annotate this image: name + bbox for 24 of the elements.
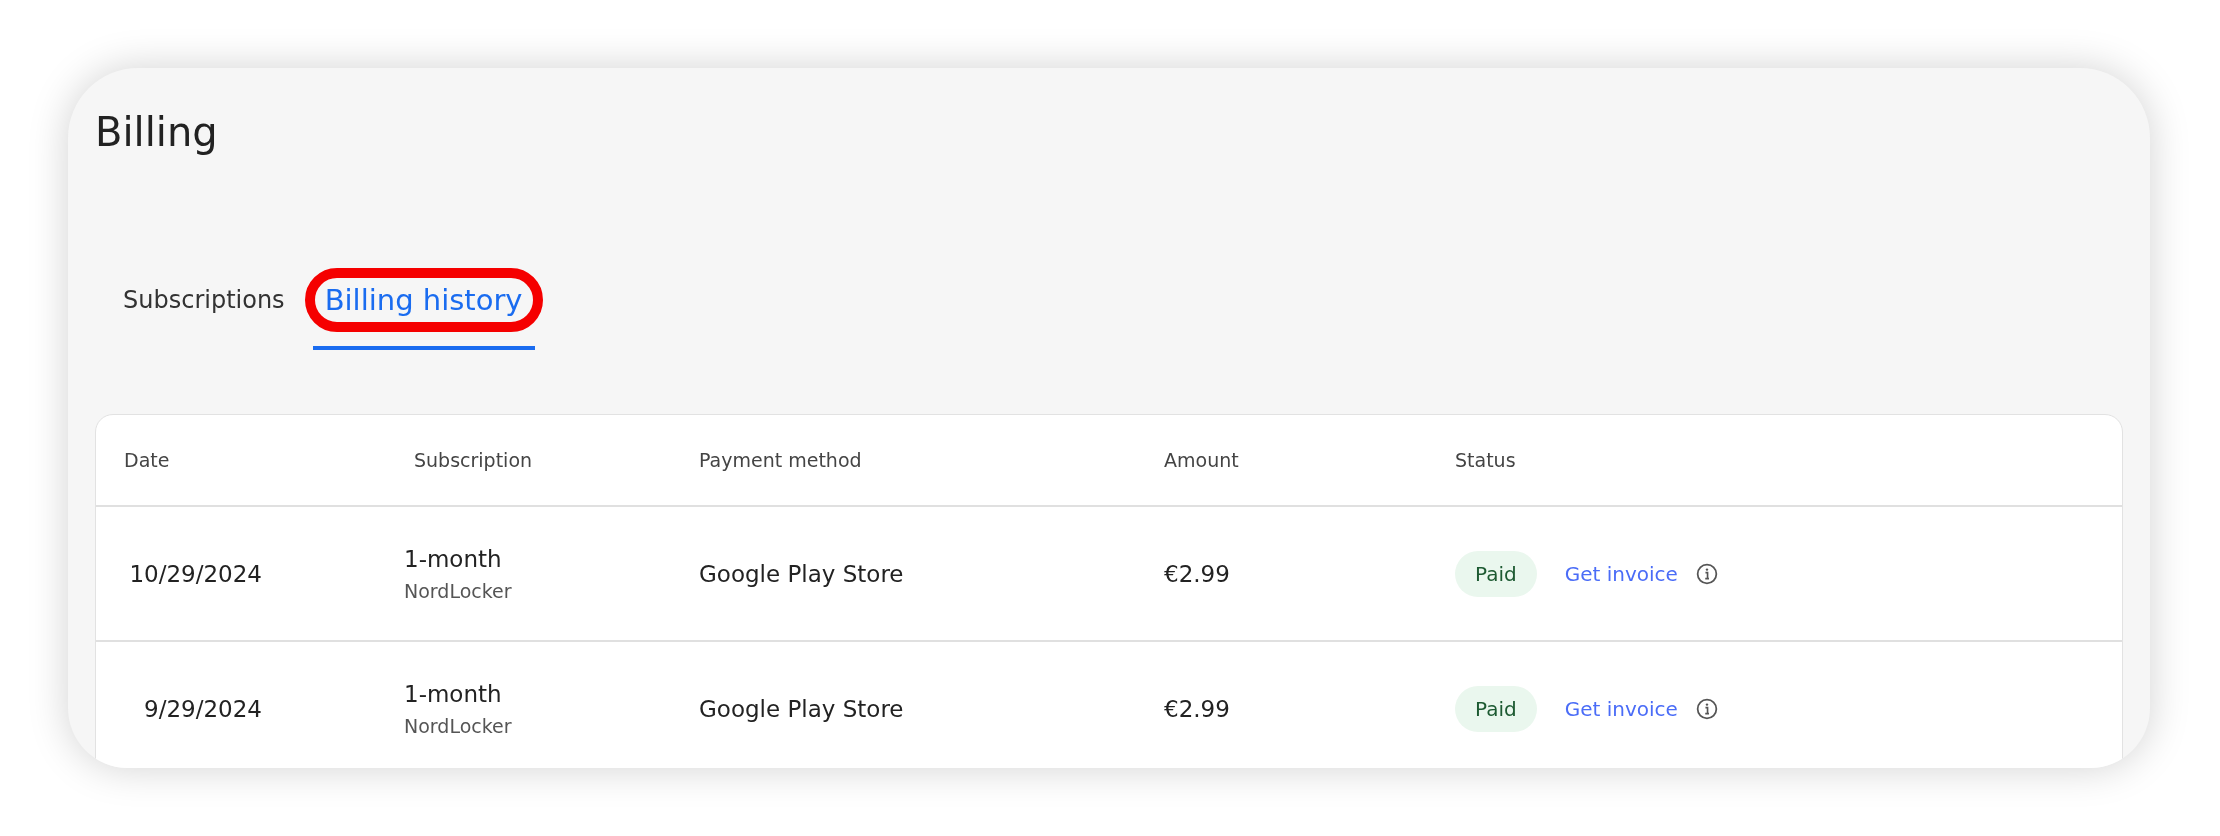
date-cell-text: 9/29/2024 bbox=[143, 695, 262, 722]
product-name: NordLocker bbox=[404, 579, 512, 602]
column-header: Subscription bbox=[414, 449, 534, 471]
product-name: NordLocker bbox=[404, 714, 512, 737]
column-header: Amount bbox=[1164, 449, 1240, 471]
get-invoice-link[interactable]: Get invoice bbox=[1564, 561, 1678, 586]
plan-name: 1-month bbox=[404, 545, 502, 572]
info-icon[interactable] bbox=[1695, 697, 1718, 720]
column-header: Payment method bbox=[699, 449, 863, 471]
info-icon[interactable] bbox=[1695, 562, 1718, 585]
tab[interactable]: Subscriptions bbox=[109, 268, 299, 332]
tab[interactable]: Billing history bbox=[304, 268, 543, 332]
status-badge: Paid bbox=[1455, 685, 1537, 732]
payment-method-cell: Google Play Store bbox=[699, 560, 904, 587]
column-header: Status bbox=[1455, 449, 1517, 471]
plan-name: 1-month bbox=[404, 680, 502, 707]
date-cell-text: 10/29/2024 bbox=[128, 560, 262, 587]
page-title: Billing bbox=[95, 108, 219, 156]
column-header: Date bbox=[124, 449, 171, 471]
status-badge: Paid bbox=[1455, 550, 1537, 597]
amount-cell: €2.99 bbox=[1164, 695, 1230, 722]
get-invoice-link[interactable]: Get invoice bbox=[1564, 696, 1678, 721]
payment-method-cell: Google Play Store bbox=[699, 695, 904, 722]
amount-cell: €2.99 bbox=[1164, 560, 1230, 587]
